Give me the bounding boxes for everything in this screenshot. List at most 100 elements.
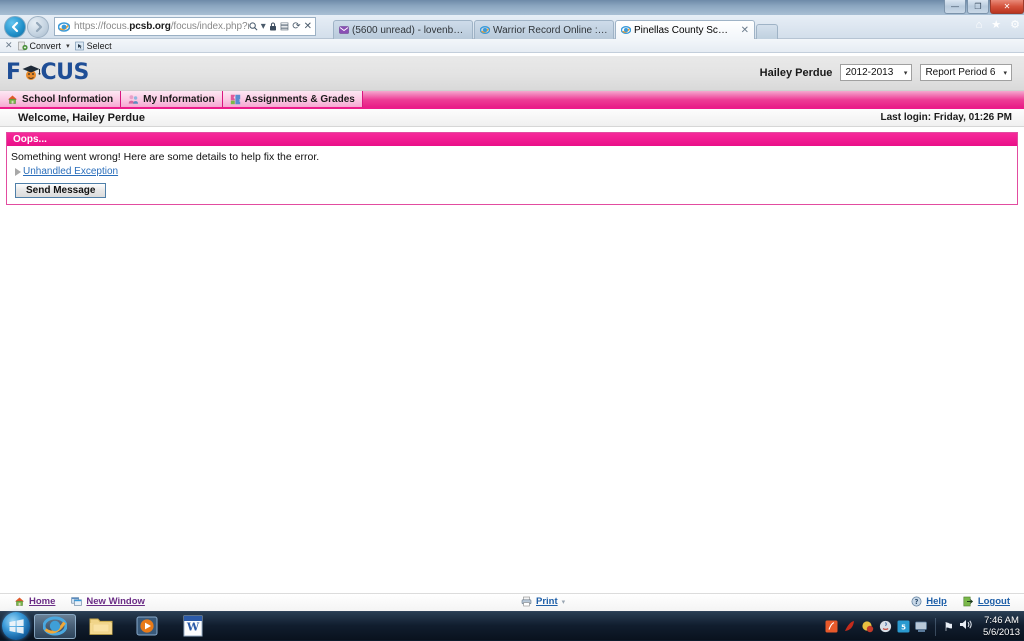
browser-titlebar[interactable]: — ❐ ✕ — [0, 0, 1024, 15]
nav-tab-assignments-grades[interactable]: Assignments & Grades — [223, 91, 363, 107]
puzzle-icon — [230, 94, 241, 105]
footer-home-link[interactable]: Home — [14, 596, 55, 607]
nav-tab-my-information[interactable]: My Information — [121, 91, 223, 107]
ie-icon — [621, 25, 631, 35]
desktop-wallpaper: — ❐ ✕ https://focus.p — [0, 0, 1024, 640]
back-button[interactable] — [4, 16, 26, 38]
expand-triangle-icon[interactable] — [15, 168, 21, 176]
nav-tab-school-information[interactable]: School Information — [0, 91, 121, 107]
select-button[interactable]: Select — [75, 41, 112, 51]
address-bar[interactable]: https://focus.pcsb.org/focus/index.php?m… — [54, 17, 316, 36]
word-icon: W — [182, 615, 204, 637]
svg-text:W: W — [186, 621, 200, 634]
send-message-button[interactable]: Send Message — [15, 183, 106, 198]
search-icon[interactable] — [249, 22, 258, 31]
footer-new-window-link[interactable]: New Window — [71, 596, 145, 607]
start-button[interactable] — [2, 612, 30, 640]
maximize-icon: ❐ — [974, 3, 981, 11]
gear-icon[interactable]: ⚙ — [1010, 18, 1020, 31]
new-tab-button[interactable] — [756, 24, 778, 39]
footer-help-link[interactable]: ? Help — [911, 596, 947, 607]
lock-icon — [269, 22, 277, 31]
taskbar-item-microsoft-word[interactable]: W — [172, 614, 214, 639]
home-icon[interactable]: ⌂ — [976, 19, 983, 31]
clock-date: 5/6/2013 — [983, 627, 1020, 639]
ie-icon — [43, 614, 67, 638]
tab-close-icon[interactable]: ✕ — [741, 25, 749, 36]
footer-help-label: Help — [926, 596, 947, 607]
adobe-reader-icon[interactable] — [825, 620, 838, 633]
mail-icon — [339, 25, 349, 35]
favorites-star-icon[interactable]: ★ — [991, 18, 1001, 31]
header-user-name: Hailey Perdue — [760, 67, 833, 79]
nav-tab-label: Assignments & Grades — [245, 94, 355, 105]
minimize-button[interactable]: — — [944, 0, 966, 14]
school-year-value: 2012-2013 — [845, 67, 893, 78]
taskbar-item-windows-media-player[interactable] — [126, 614, 168, 639]
taskbar-item-windows-explorer[interactable] — [80, 614, 122, 639]
addon-toolbar: ✕ Convert ▾ Select — [0, 39, 1024, 53]
exception-row[interactable]: Unhandled Exception — [11, 166, 1013, 177]
focus-header: F CUS Hai — [0, 56, 1024, 91]
compatibility-view-icon[interactable]: ▤ — [280, 22, 289, 32]
report-period-select[interactable]: Report Period 6 ▾ — [920, 64, 1012, 81]
unhandled-exception-link[interactable]: Unhandled Exception — [23, 166, 118, 177]
volume-icon[interactable] — [959, 618, 973, 636]
svg-text:5: 5 — [901, 623, 906, 631]
browser-navigation-bar: https://focus.pcsb.org/focus/index.php?m… — [0, 15, 1024, 39]
browser-window: — ❐ ✕ https://focus.p — [0, 0, 1024, 611]
window-controls: — ❐ ✕ — [943, 0, 1024, 15]
convert-dropdown-icon[interactable]: ▾ — [66, 42, 70, 50]
antivirus-icon[interactable] — [861, 620, 874, 633]
forward-button[interactable] — [27, 16, 49, 38]
close-button[interactable]: ✕ — [990, 0, 1024, 14]
network-icon[interactable] — [915, 620, 928, 633]
logo-text-f: F — [6, 60, 21, 85]
stop-icon[interactable]: ✕ — [304, 22, 312, 32]
java-icon[interactable] — [879, 620, 892, 633]
footer-logout-link[interactable]: Logout — [963, 596, 1010, 607]
convert-label: Convert — [30, 41, 62, 51]
chevron-down-icon: ▾ — [1003, 69, 1007, 77]
school-year-select[interactable]: 2012-2013 ▾ — [840, 64, 912, 81]
browser-tab[interactable]: Warrior Record Online : The ne... — [474, 20, 614, 39]
windows-logo-icon — [8, 618, 25, 635]
refresh-icon[interactable]: ⟳ — [292, 22, 300, 32]
maximize-button[interactable]: ❐ — [967, 0, 989, 14]
svg-text:?: ? — [915, 598, 919, 606]
browser-tab[interactable]: (5600 unread) - lovenbobbyjac... — [333, 20, 473, 39]
adobe-acrobat-icon[interactable] — [843, 620, 856, 633]
error-panel-body: Something went wrong! Here are some deta… — [7, 146, 1017, 204]
footer-print-link[interactable]: Print — [521, 596, 558, 607]
focus-logo[interactable]: F CUS — [6, 60, 89, 85]
footer-center-links: Print ▾ — [521, 596, 565, 607]
last-login-text: Last login: Friday, 01:26 PM — [880, 112, 1012, 123]
print-dropdown-icon[interactable]: ▾ — [562, 598, 566, 606]
minimize-icon: — — [951, 3, 959, 11]
clock-time: 7:46 AM — [983, 615, 1020, 627]
media-player-icon — [136, 615, 158, 637]
system-tray: 5 ⚑ 7:46 AM 5/6/2013 — [825, 612, 1020, 641]
folder-icon — [89, 615, 113, 637]
browser-tab-active[interactable]: Pinellas County Schools ✕ — [615, 20, 755, 39]
logo-text-cus: CUS — [41, 60, 89, 85]
browser-command-icons: ⌂ ★ ⚙ — [976, 18, 1020, 31]
convert-button[interactable]: Convert — [18, 41, 62, 51]
chevron-down-icon: ▾ — [904, 69, 908, 77]
footer-logout-label: Logout — [978, 596, 1010, 607]
addon-close-icon[interactable]: ✕ — [5, 40, 13, 51]
main-nav-tabs: School Information My Information Assign… — [0, 91, 1024, 109]
taskbar-item-internet-explorer[interactable] — [34, 614, 76, 639]
taskbar-clock[interactable]: 7:46 AM 5/6/2013 — [983, 615, 1020, 639]
header-controls: Hailey Perdue 2012-2013 ▾ Report Period … — [760, 64, 1012, 81]
address-bar-icons: ▾ ▤ ⟳ ✕ — [249, 22, 313, 32]
html5-icon[interactable]: 5 — [897, 620, 910, 633]
nav-tab-label: My Information — [143, 94, 215, 105]
address-text: https://focus.pcsb.org/focus/index.php?m… — [74, 21, 249, 32]
footer-print-label: Print — [536, 596, 558, 607]
chevron-down-icon[interactable]: ▾ — [261, 22, 266, 32]
welcome-greeting: Welcome, Hailey Perdue — [18, 112, 145, 124]
error-message: Something went wrong! Here are some deta… — [11, 151, 1013, 163]
convert-icon — [18, 41, 28, 51]
action-center-flag-icon[interactable]: ⚑ — [943, 620, 954, 634]
